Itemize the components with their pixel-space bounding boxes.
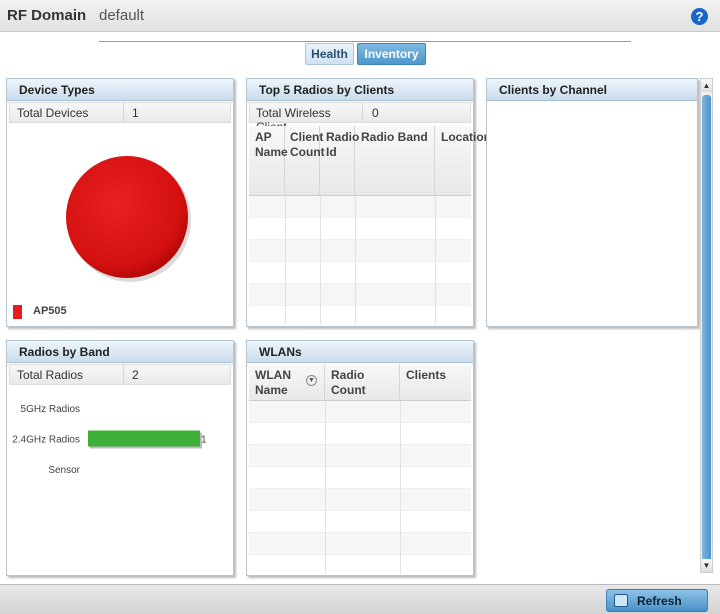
tab-inventory[interactable]: Inventory [357,43,426,65]
top-radios-panel: Top 5 Radios by Clients Total Wireless C… [246,78,491,327]
legend-label-ap505: AP505 [33,305,67,317]
device-types-pie-chart [66,156,191,282]
band-label: 5GHz Radios [21,404,80,415]
footer-bar: Refresh [0,584,720,614]
radios-by-band-title: Radios by Band [7,341,233,363]
help-icon[interactable]: ? [691,8,708,25]
clients-by-channel-panel: Clients by Channel [486,78,698,327]
vertical-scrollbar[interactable]: ▲ ▼ [700,78,713,573]
rf-domain-name: default [99,7,145,24]
col-radio-band[interactable]: Radio Band [355,126,435,195]
total-radios-row: Total Radios 2 [9,364,231,385]
col-location[interactable]: Location [435,126,491,195]
table-row [249,262,471,284]
table-row [249,423,471,445]
page-title: RF Domain [7,7,87,24]
bar-value-label: 1 [201,435,207,446]
col-clients[interactable]: Clients [400,364,473,400]
device-types-panel: Device Types Total Devices 1 AP505 [6,78,234,327]
table-row [249,555,471,574]
total-radios-value: 2 [132,368,139,382]
clients-by-channel-title: Clients by Channel [487,79,697,101]
table-row [249,284,471,306]
table-row [249,511,471,533]
top-radios-table-body [249,196,471,324]
top-radios-title: Top 5 Radios by Clients [247,79,473,101]
band-label: 2.4GHz Radios [12,435,80,446]
table-row [249,489,471,511]
col-wlan-name[interactable]: WLAN Name ▼ [249,364,325,400]
wlans-table-body [249,401,471,574]
table-row [249,218,471,240]
col-radio-id[interactable]: Radio Id [320,126,359,195]
band-label: Sensor [48,465,80,476]
scrollbar-thumb[interactable] [702,95,711,561]
sort-dropdown-icon[interactable]: ▼ [306,375,317,386]
total-devices-row: Total Devices 1 [9,102,231,123]
table-row [249,533,471,555]
scroll-up-icon[interactable]: ▲ [701,79,712,92]
col-radio-count[interactable]: Radio Count [325,364,400,400]
table-row [249,467,471,489]
table-row [249,445,471,467]
total-wireless-client-label: Total Wireless Client [250,103,363,134]
col-client-count[interactable]: Client Count [285,126,325,195]
device-types-title: Device Types [7,79,233,101]
wlans-table-header: WLAN Name ▼ Radio Count Clients [249,364,471,401]
total-devices-label: Total Devices [10,103,124,122]
table-row [249,401,471,423]
radios-by-band-bar-chart: 5GHz Radios 2.4GHz Radios 1 Sensor [12,404,207,476]
legend-swatch-ap505 [13,305,22,319]
total-wireless-client-value: 0 [372,106,379,120]
scroll-down-icon[interactable]: ▼ [701,559,712,572]
wlans-title: WLANs [247,341,473,363]
col-ap-name[interactable]: AP Name [249,126,288,195]
refresh-button[interactable]: Refresh [606,589,708,612]
table-row [249,240,471,262]
wlans-panel: WLANs WLAN Name ▼ Radio Count Clients [246,340,474,576]
tab-health[interactable]: Health [305,43,354,65]
tab-divider [99,41,631,42]
table-row [249,196,471,218]
pie-slice-ap505 [66,156,188,278]
table-row [249,306,471,324]
total-wireless-client-row: Total Wireless Client 0 [249,102,471,134]
total-devices-value: 1 [132,106,139,120]
total-radios-label: Total Radios [10,365,124,384]
radios-by-band-panel: Radios by Band Total Radios 2 5GHz Radio… [6,340,234,576]
refresh-button-label: Refresh [637,594,682,608]
refresh-icon [614,594,628,607]
page-header: RF Domain default ? [0,0,720,32]
top-radios-table-header: AP Name Client Count Radio Id Radio Band… [249,126,491,196]
col-wlan-name-label: WLAN Name [255,368,291,397]
bar-2-4ghz-radios [88,430,200,447]
